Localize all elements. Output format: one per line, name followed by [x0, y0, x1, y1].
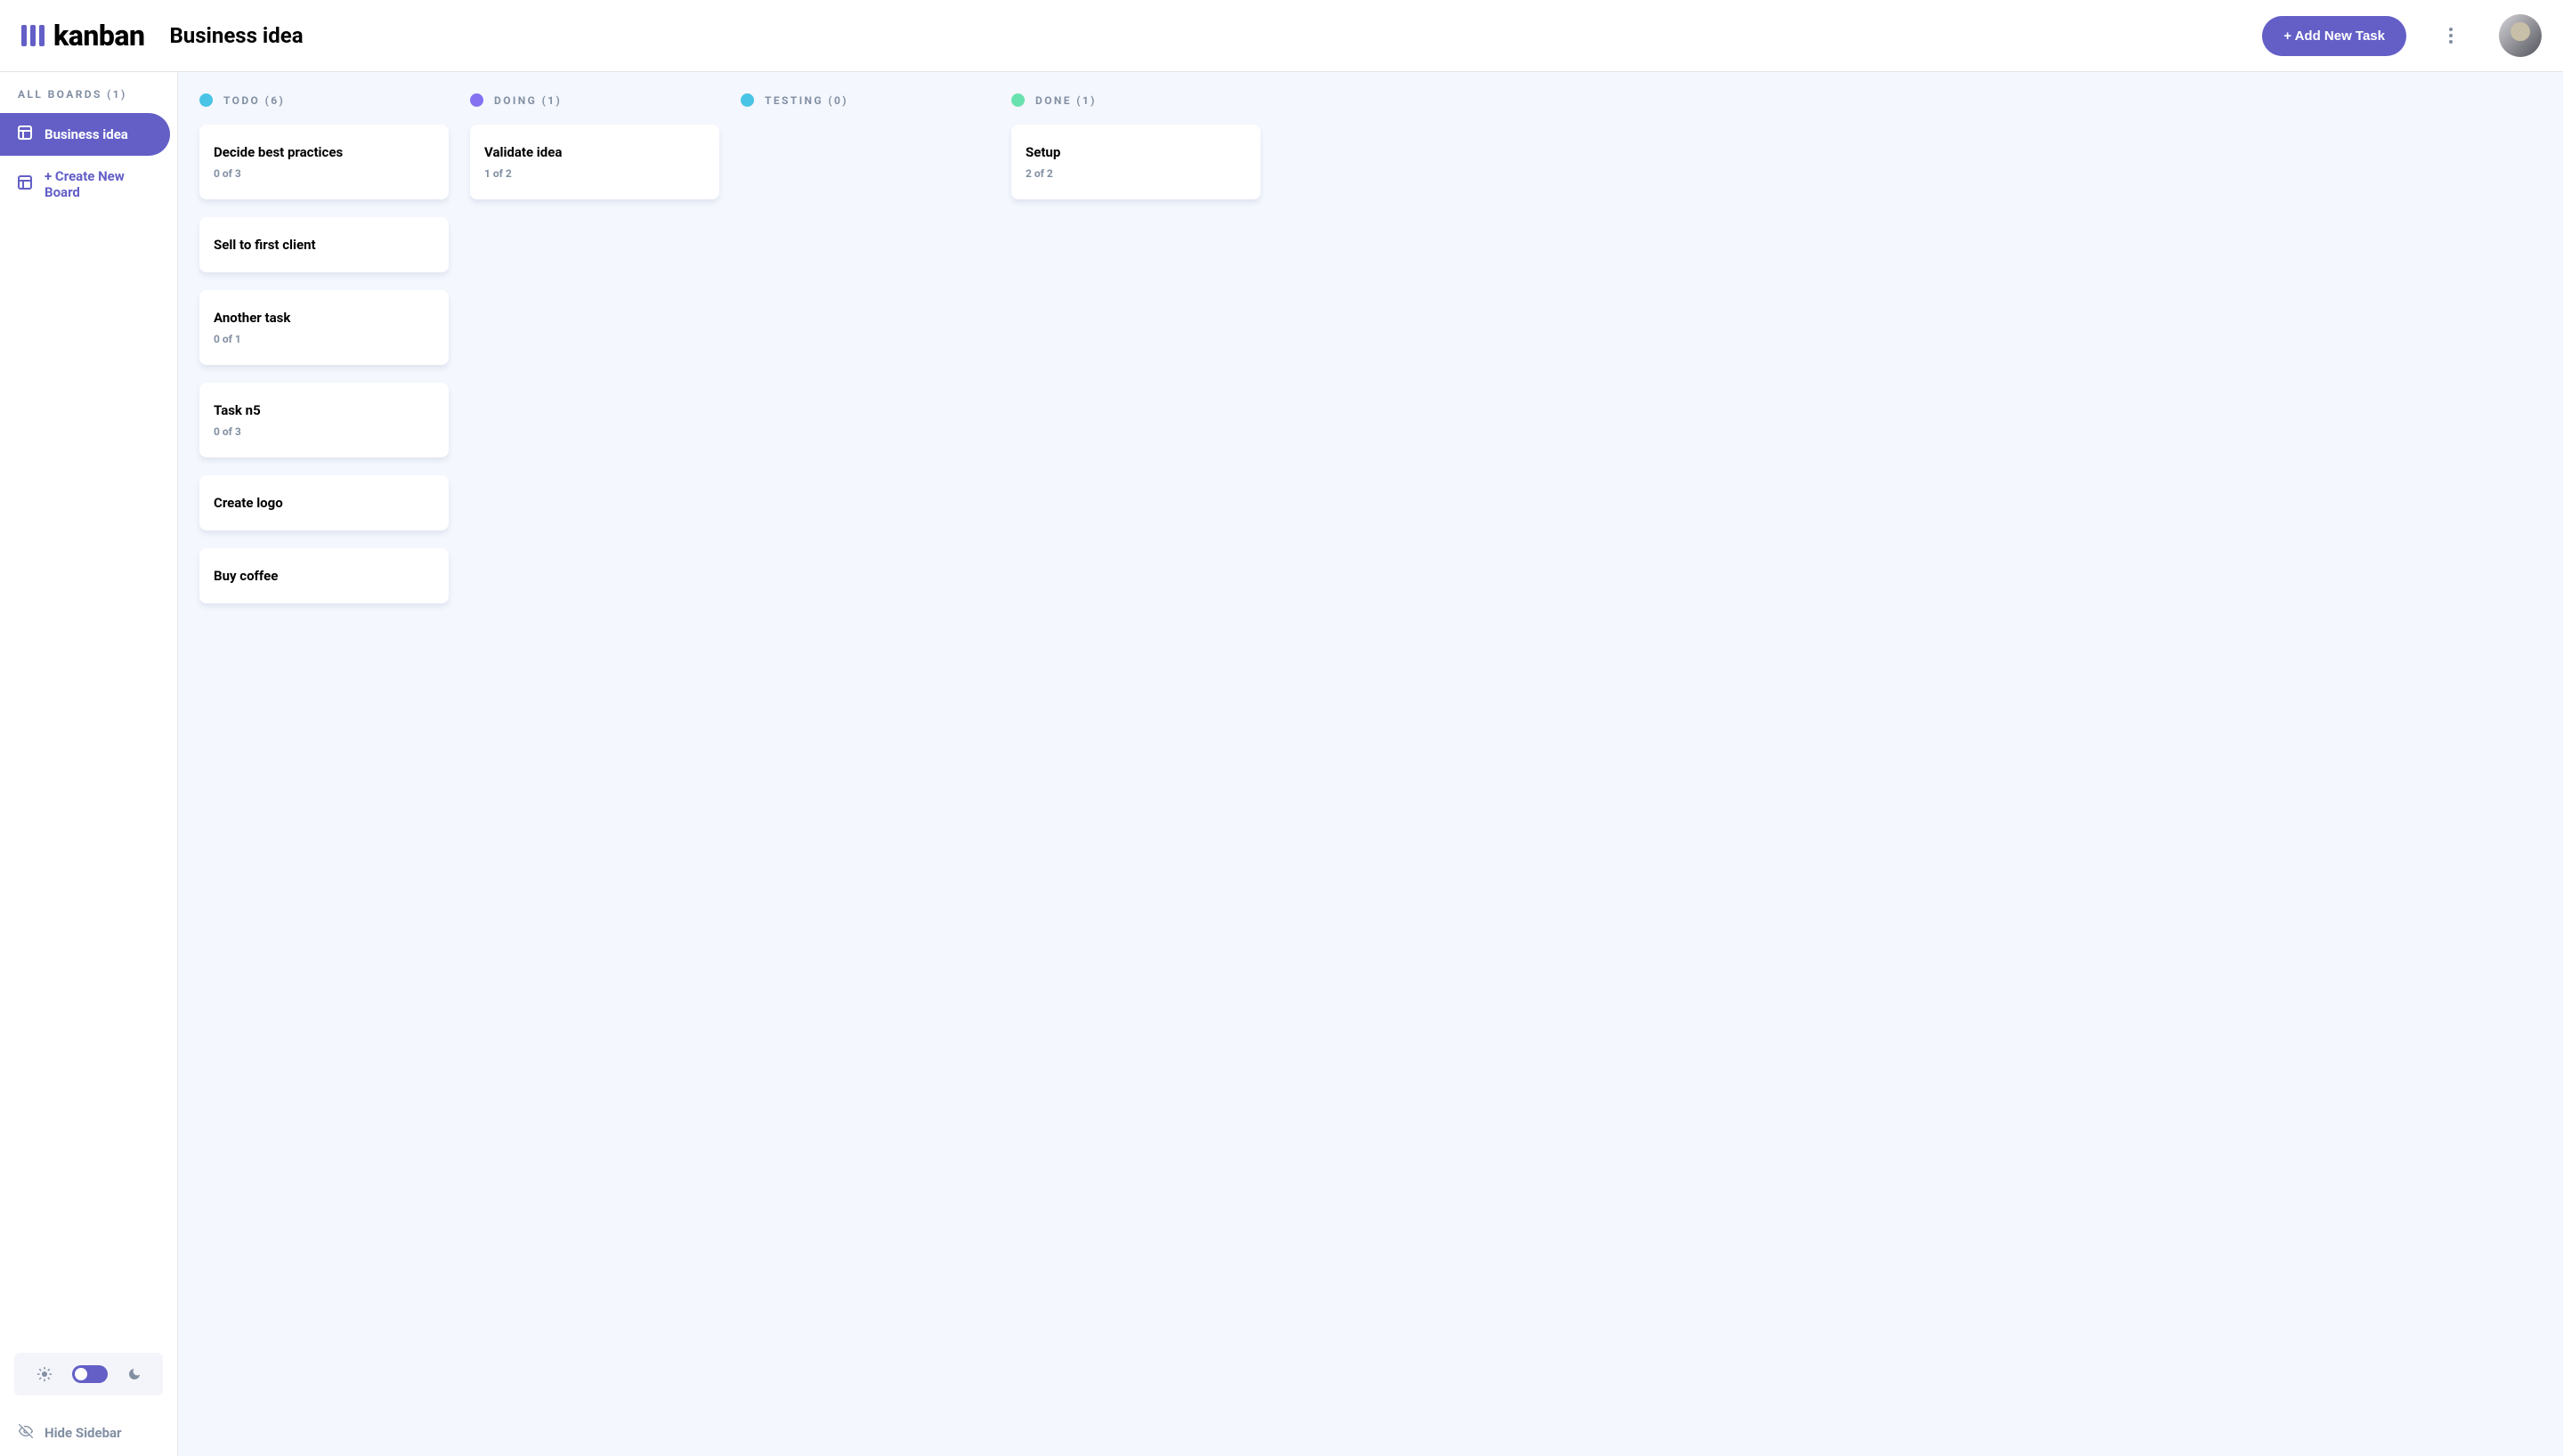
column-todo: TODO (6) Decide best practices 0 of 3 Sell … — [199, 93, 449, 1435]
create-board-label: + Create New Board — [45, 168, 159, 200]
sun-icon — [36, 1366, 53, 1382]
column-label: DOING (1) — [494, 94, 562, 107]
add-new-task-button[interactable]: + Add New Task — [2262, 16, 2406, 56]
column-color-dot — [1011, 93, 1025, 107]
app-name: kanban — [53, 19, 144, 53]
board-menu-button[interactable] — [2442, 20, 2460, 51]
board-title: Business idea — [169, 23, 303, 48]
task-card-title: Sell to first client — [214, 237, 434, 253]
task-card[interactable]: Decide best practices 0 of 3 — [199, 125, 449, 199]
task-card-subtask-count: 0 of 3 — [214, 167, 434, 180]
app-logo: kanban — [21, 19, 144, 53]
board-list: Business idea — [0, 113, 177, 156]
boards-heading: ALL BOARDS (1) — [0, 72, 177, 113]
column-header: TODO (6) — [199, 93, 449, 107]
sidebar-item-label: Business idea — [45, 126, 128, 142]
sidebar-item-business-idea[interactable]: Business idea — [0, 113, 170, 156]
column-header: DONE (1) — [1011, 93, 1261, 107]
board-icon — [18, 125, 32, 143]
task-card-title: Decide best practices — [214, 144, 434, 160]
theme-toggle-switch[interactable] — [72, 1365, 108, 1383]
column-header: TESTING (0) — [741, 93, 990, 107]
moon-icon — [127, 1367, 142, 1381]
header: kanban Business idea + Add New Task — [0, 0, 2563, 72]
board: TODO (6) Decide best practices 0 of 3 Sell … — [178, 72, 2563, 1456]
task-card-title: Create logo — [214, 495, 434, 511]
column-color-dot — [470, 93, 483, 107]
column-doing: DOING (1) Validate idea 1 of 2 — [470, 93, 719, 1435]
column-color-dot — [199, 93, 213, 107]
column-testing: TESTING (0) — [741, 93, 990, 1435]
hide-sidebar-button[interactable]: Hide Sidebar — [0, 1410, 177, 1456]
task-card-subtask-count: 1 of 2 — [484, 167, 705, 180]
column-done: DONE (1) Setup 2 of 2 — [1011, 93, 1261, 1435]
column-label: TODO (6) — [223, 94, 285, 107]
board-icon — [18, 175, 32, 193]
avatar[interactable] — [2499, 14, 2542, 57]
logo-icon — [21, 25, 45, 46]
task-card[interactable]: Another task 0 of 1 — [199, 290, 449, 365]
hide-sidebar-label: Hide Sidebar — [45, 1425, 122, 1441]
task-card[interactable]: Task n5 0 of 3 — [199, 383, 449, 457]
task-card[interactable]: Buy coffee — [199, 548, 449, 603]
column-header: DOING (1) — [470, 93, 719, 107]
theme-toggle — [14, 1353, 163, 1395]
task-card-subtask-count: 0 of 1 — [214, 333, 434, 345]
create-new-board-button[interactable]: + Create New Board — [0, 156, 177, 213]
task-card-title: Setup — [1026, 144, 1246, 160]
task-card-subtask-count: 0 of 3 — [214, 425, 434, 438]
task-card[interactable]: Validate idea 1 of 2 — [470, 125, 719, 199]
column-color-dot — [741, 93, 754, 107]
task-card-title: Buy coffee — [214, 568, 434, 584]
task-card[interactable]: Setup 2 of 2 — [1011, 125, 1261, 199]
eye-off-icon — [18, 1424, 34, 1442]
column-label: DONE (1) — [1035, 94, 1097, 107]
task-card[interactable]: Create logo — [199, 475, 449, 530]
task-card-subtask-count: 2 of 2 — [1026, 167, 1246, 180]
task-card-title: Another task — [214, 310, 434, 326]
task-card-title: Validate idea — [484, 144, 705, 160]
column-label: TESTING (0) — [765, 94, 848, 107]
task-card-title: Task n5 — [214, 402, 434, 418]
sidebar: ALL BOARDS (1) Business idea — [0, 72, 178, 1456]
task-card[interactable]: Sell to first client — [199, 217, 449, 272]
